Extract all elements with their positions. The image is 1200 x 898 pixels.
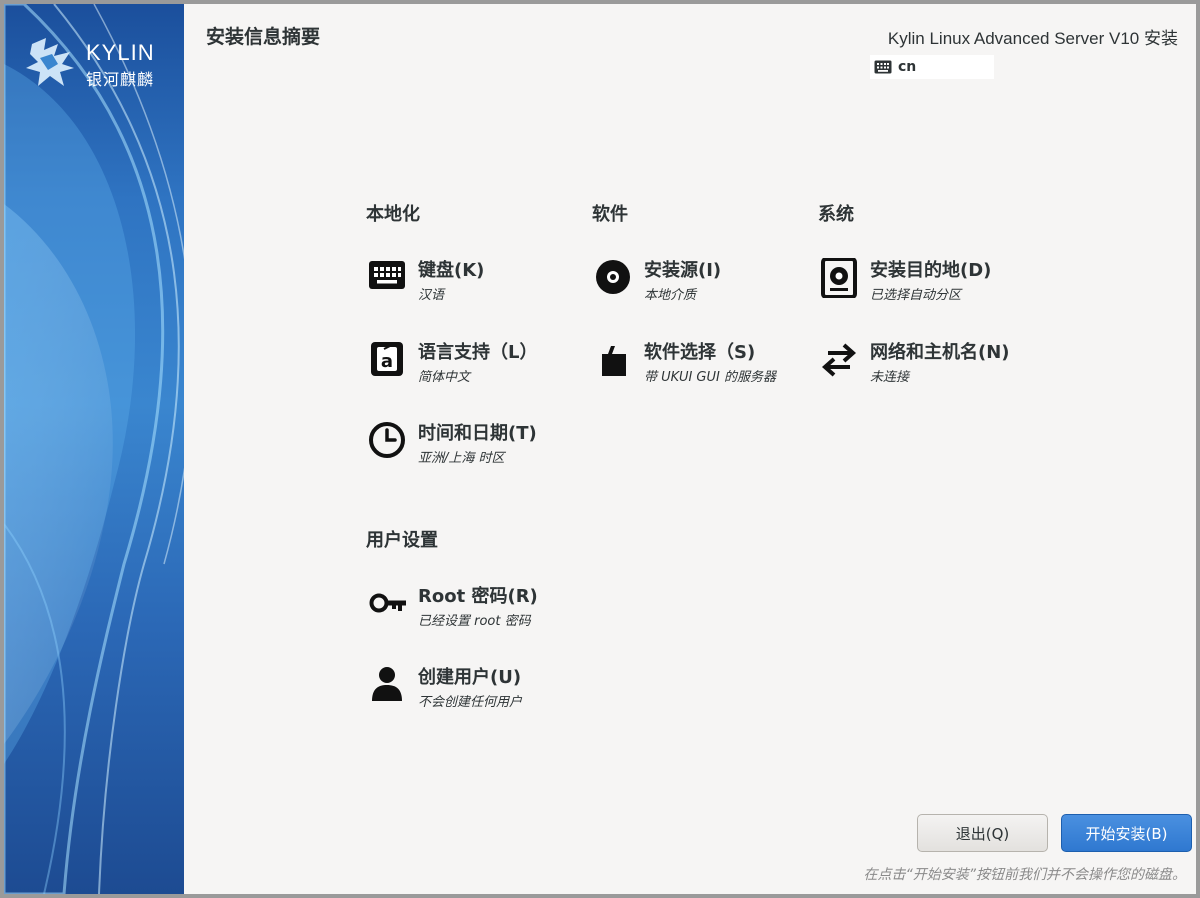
spoke-installation-destination[interactable]: 安装目的地(D) 已选择自动分区: [820, 256, 1040, 312]
spoke-root-status: 已经设置 root 密码: [418, 614, 531, 629]
page-title: 安装信息摘要: [206, 26, 321, 48]
spoke-root-password[interactable]: Root 密码(R) 已经设置 root 密码: [368, 582, 588, 638]
clock-icon: [368, 421, 408, 461]
spoke-software-title: 软件选择（S): [644, 342, 756, 363]
package-icon: [594, 340, 634, 380]
keyboard-icon: [874, 60, 892, 74]
spoke-network-title: 网络和主机名(N): [870, 342, 1010, 363]
spoke-software-selection[interactable]: 软件选择（S) 带 UKUI GUI 的服务器: [594, 338, 814, 394]
user-icon: [368, 665, 408, 705]
keyboard-icon: [368, 258, 408, 298]
logo-text-en: KYLIN: [86, 40, 155, 65]
key-icon: [368, 584, 408, 624]
spoke-time-title: 时间和日期(T): [418, 423, 537, 444]
sidebar-background-art: [4, 4, 184, 894]
spoke-user-creation[interactable]: 创建用户(U) 不会创建任何用户: [368, 663, 588, 719]
spoke-software-status: 带 UKUI GUI 的服务器: [644, 370, 776, 385]
spoke-user-status: 不会创建任何用户: [418, 695, 523, 710]
spoke-keyboard[interactable]: 键盘(K) 汉语: [368, 256, 588, 312]
spoke-destination-status: 已选择自动分区: [870, 288, 962, 303]
category-localization-title: 本地化: [366, 204, 420, 225]
quit-button[interactable]: 退出(Q): [917, 814, 1048, 852]
spoke-keyboard-title: 键盘(K): [418, 260, 485, 281]
keyboard-layout-label: cn: [898, 59, 917, 75]
harddisk-icon: [820, 258, 860, 298]
category-system-title: 系统: [818, 204, 854, 225]
logo-text-cn: 银河麒麟: [86, 70, 155, 89]
category-software-title: 软件: [592, 204, 628, 225]
kylin-mark-icon: [26, 38, 74, 86]
spoke-language-title: 语言支持（L）: [418, 342, 538, 363]
spoke-destination-title: 安装目的地(D): [870, 260, 992, 281]
spoke-source-status: 本地介质: [644, 288, 697, 303]
spoke-language-status: 简体中文: [418, 370, 471, 385]
spoke-time-status: 亚洲/上海 时区: [418, 451, 505, 466]
begin-installation-button[interactable]: 开始安装(B): [1061, 814, 1192, 852]
spoke-time-date[interactable]: 时间和日期(T) 亚洲/上海 时区: [368, 419, 588, 475]
product-title: Kylin Linux Advanced Server V10 安装: [887, 29, 1178, 48]
spoke-user-title: 创建用户(U): [418, 667, 522, 688]
spoke-language-support[interactable]: a 语言支持（L） 简体中文: [368, 338, 588, 394]
spoke-network-hostname[interactable]: 网络和主机名(N) 未连接: [820, 338, 1040, 394]
spoke-installation-source[interactable]: 安装源(I) 本地介质: [594, 256, 814, 312]
disk-warning-text: 在点击“开始安装”按钮前我们并不会操作您的磁盘。: [863, 867, 1186, 883]
sidebar: KYLIN 银河麒麟: [4, 4, 184, 894]
spoke-keyboard-status: 汉语: [418, 288, 445, 303]
language-icon: a: [368, 340, 408, 380]
network-arrows-icon: [820, 340, 860, 380]
spoke-source-title: 安装源(I): [644, 260, 722, 281]
svg-text:a: a: [381, 351, 393, 372]
installer-window: KYLIN 银河麒麟 安装信息摘要 Kylin Linux Advanced S…: [4, 4, 1196, 894]
category-user-settings-title: 用户设置: [366, 530, 438, 551]
keyboard-layout-indicator[interactable]: cn: [870, 55, 994, 79]
spoke-network-status: 未连接: [870, 370, 910, 385]
spoke-root-title: Root 密码(R): [418, 586, 538, 607]
kylin-logo: KYLIN 银河麒麟: [24, 34, 174, 94]
disc-icon: [594, 258, 634, 298]
